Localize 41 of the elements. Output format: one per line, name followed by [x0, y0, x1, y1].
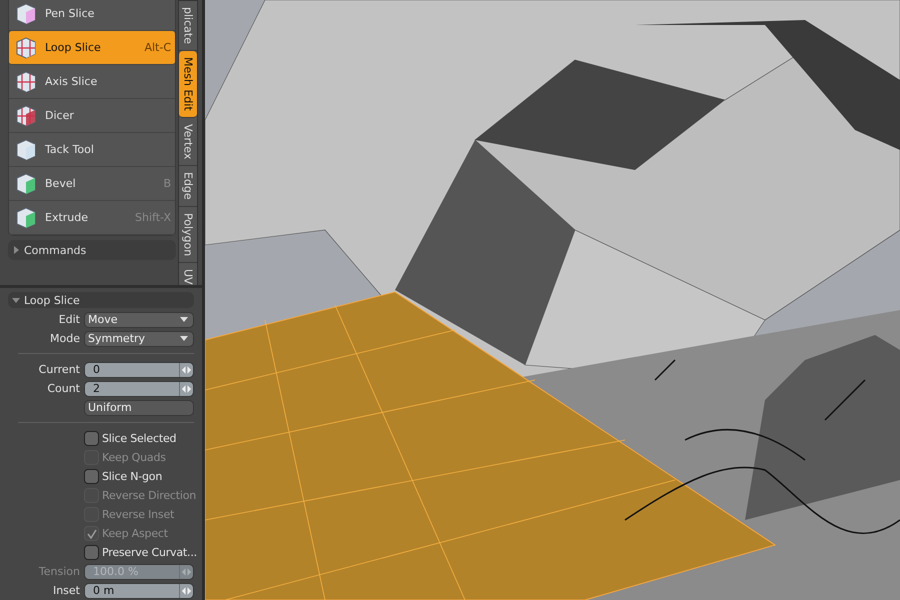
field-label: Mode: [49, 332, 81, 345]
dropdown[interactable]: Move: [84, 312, 194, 328]
expand-icon: [12, 246, 20, 254]
slider-arrows-icon: [179, 584, 193, 598]
properties-header[interactable]: Loop Slice: [8, 292, 194, 308]
side-tab[interactable]: Edge: [179, 166, 197, 207]
slider-arrows-icon: [179, 564, 193, 578]
number-field[interactable]: 2: [84, 380, 194, 396]
field-label: Current: [38, 363, 81, 376]
field-label: Tension: [38, 565, 81, 578]
checkbox[interactable]: [84, 469, 99, 484]
side-tab[interactable]: Mesh Edit: [179, 50, 197, 118]
number-field[interactable]: 0: [84, 362, 194, 378]
checkbox[interactable]: [84, 431, 99, 446]
checkmark-icon: [86, 528, 96, 538]
dropdown-arrow-icon: [180, 317, 188, 322]
checkbox-label: Preserve Curvat...: [102, 546, 197, 559]
checkbox-label: Keep Aspect: [102, 527, 168, 540]
field-label: Count: [46, 382, 81, 395]
checkbox-label: Slice Selected: [102, 432, 176, 445]
tool-item[interactable]: Tack Tool: [9, 133, 175, 167]
slider-arrows-icon: [179, 382, 193, 396]
tool-item[interactable]: Dicer: [9, 99, 175, 133]
checkbox-label: Slice N-gon: [102, 470, 162, 483]
slider-arrows-icon: [179, 362, 193, 376]
checkbox-label: Reverse Direction: [102, 489, 196, 502]
checkbox-label: Keep Quads: [102, 451, 166, 464]
dropdown-arrow-icon: [180, 336, 188, 341]
commands-group[interactable]: Commands: [8, 240, 176, 260]
dropdown[interactable]: Symmetry: [84, 330, 194, 346]
uniform-button[interactable]: Uniform: [84, 400, 194, 416]
side-tab[interactable]: Vertex: [179, 118, 197, 166]
tool-item[interactable]: Loop Slice Alt-C: [9, 31, 175, 65]
checkbox-label: Reverse Inset: [102, 508, 174, 521]
field-label: Edit: [58, 313, 81, 326]
field-label: Inset: [52, 584, 81, 597]
checkbox[interactable]: [84, 545, 99, 560]
collapse-icon: [12, 296, 20, 304]
number-field[interactable]: 0 m: [84, 582, 194, 598]
side-tab[interactable]: Polygon: [179, 206, 197, 264]
tool-item[interactable]: Axis Slice: [9, 65, 175, 99]
